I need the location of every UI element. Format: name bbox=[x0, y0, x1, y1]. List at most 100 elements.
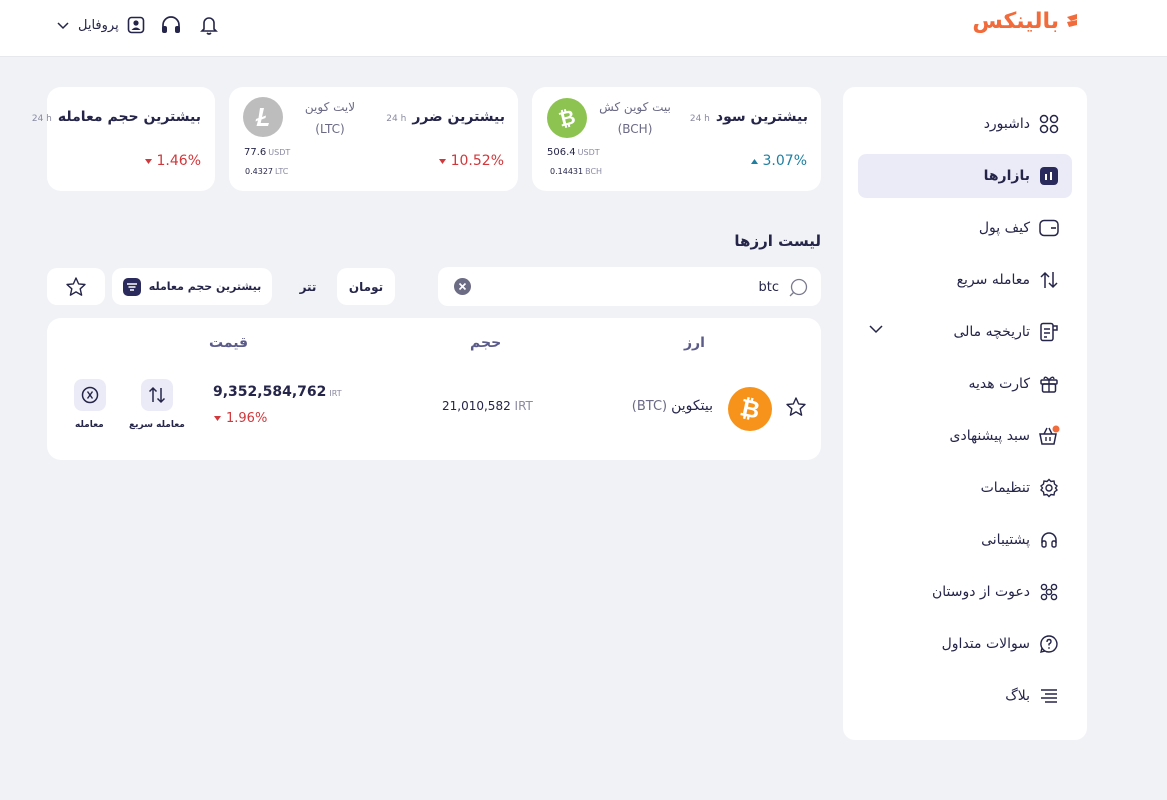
notifications-button[interactable] bbox=[197, 13, 221, 37]
change-value: 1.46% bbox=[156, 153, 201, 169]
basket-icon bbox=[1038, 425, 1060, 447]
sidebar-item-faq[interactable]: سوالات متداول bbox=[858, 622, 1072, 666]
period-label: 24 h bbox=[31, 114, 52, 124]
question-icon bbox=[1038, 633, 1060, 655]
sidebar-item-gift-card[interactable]: کارت هدیه bbox=[858, 362, 1072, 406]
search-icon bbox=[788, 277, 808, 301]
sidebar-item-quick-trade[interactable]: معامله سریع bbox=[858, 258, 1072, 302]
sidebar-item-wallet[interactable]: کیف پول bbox=[858, 206, 1072, 250]
volume-unit: LTC bbox=[275, 167, 289, 176]
markets-icon bbox=[1038, 165, 1060, 187]
favorites-filter-button[interactable] bbox=[47, 268, 105, 305]
coin-name-text: بیت کوین کش bbox=[599, 100, 671, 114]
litecoin-icon bbox=[243, 97, 283, 137]
gift-icon bbox=[1038, 373, 1060, 395]
chevron-down-icon bbox=[57, 22, 69, 30]
profile-menu[interactable]: پروفایل bbox=[56, 16, 145, 34]
notification-dot bbox=[1052, 425, 1060, 433]
invite-friends-icon bbox=[1038, 581, 1060, 603]
currency-table: ارز حجم قیمت ₿ بیتکوین(BTC) 21,010,582 I… bbox=[47, 318, 821, 460]
brand-logo[interactable]: بالینکس bbox=[972, 7, 1079, 35]
top-gainer-card[interactable]: بیشترین سود 24 h 3.07% ₿ بیت کوین کش (BC… bbox=[532, 87, 821, 191]
change-percent: 3.07% bbox=[750, 153, 807, 169]
bitcoin-icon: ₿ bbox=[728, 387, 772, 431]
sidebar-item-dashboard[interactable]: داشبورد bbox=[858, 102, 1072, 146]
coin-name: بیتکوین(BTC) bbox=[632, 398, 713, 414]
support-button[interactable] bbox=[159, 13, 183, 37]
profile-label: پروفایل bbox=[78, 17, 119, 33]
swap-arrows-icon bbox=[1038, 269, 1060, 291]
swap-arrows-icon bbox=[148, 386, 166, 404]
receipt-icon bbox=[1038, 321, 1060, 343]
quick-trade-button[interactable] bbox=[141, 379, 173, 411]
user-icon bbox=[127, 16, 145, 34]
sidebar-item-invite-friends[interactable]: دعوت از دوستان bbox=[858, 570, 1072, 614]
sidebar-item-support[interactable]: پشتیبانی bbox=[858, 518, 1072, 562]
coin-name-text: لایت کوین bbox=[304, 100, 356, 114]
blog-lines-icon bbox=[1038, 685, 1060, 707]
card-title-text: بیشترین حجم معامله bbox=[57, 109, 201, 125]
column-header-volume: حجم bbox=[470, 335, 502, 351]
volume-unit: IRT bbox=[514, 399, 533, 413]
caret-down-icon bbox=[438, 158, 446, 164]
change-percent: 1.96% bbox=[214, 411, 267, 426]
sidebar-item-label: بازارها bbox=[983, 168, 1030, 184]
period-label: 24 h bbox=[689, 114, 710, 124]
trade-button[interactable] bbox=[74, 379, 106, 411]
quote-currency-tabs: تومان تتر bbox=[279, 268, 395, 305]
sidebar-item-label: تاریخچه مالی bbox=[953, 324, 1030, 340]
tab-toman[interactable]: تومان bbox=[337, 268, 395, 305]
sort-list-icon bbox=[122, 277, 141, 296]
svg-text:₿: ₿ bbox=[738, 394, 763, 424]
price-value: 77.6 bbox=[244, 147, 267, 158]
quick-trade-label: معامله سریع bbox=[129, 420, 185, 430]
chevron-down-icon bbox=[869, 325, 883, 334]
sidebar-item-label: سبد پیشنهادی bbox=[949, 428, 1031, 444]
top-loser-card[interactable]: بیشترین ضرر 24 h 10.52% لایت کوین (LTC) … bbox=[229, 87, 518, 191]
coin-volume: 0.4327 LTC bbox=[245, 167, 288, 176]
period-label: 24 h bbox=[386, 114, 407, 124]
svg-text:₿: ₿ bbox=[556, 105, 578, 131]
coin-price: 77.6 USDT bbox=[244, 147, 290, 158]
change-value: 3.07% bbox=[762, 153, 807, 169]
brand-logo-text: بالینکس bbox=[972, 8, 1059, 34]
favorite-star-icon[interactable] bbox=[785, 396, 807, 422]
search-input[interactable] bbox=[519, 276, 779, 298]
top-volume-card[interactable]: بیشترین حجم معامله 24 h 1.46% bbox=[32, 87, 215, 191]
sidebar-item-label: کیف پول bbox=[978, 220, 1030, 236]
price-unit: IRT bbox=[329, 389, 342, 398]
card-title-text: بیشترین ضرر bbox=[412, 109, 505, 125]
coin-name: لایت کوین (LTC) bbox=[285, 96, 375, 140]
coin-name-text: بیتکوین bbox=[671, 398, 713, 414]
sidebar-item-financial-history[interactable]: تاریخچه مالی bbox=[858, 310, 1072, 354]
bitcoin-cash-icon: ₿ bbox=[547, 98, 587, 138]
price-value: 506.4 bbox=[547, 147, 576, 158]
clear-search-icon[interactable] bbox=[454, 278, 471, 299]
tab-tether[interactable]: تتر bbox=[279, 268, 337, 305]
headset-icon bbox=[1038, 529, 1060, 551]
top-bar: بالینکس پروفایل bbox=[0, 0, 1167, 57]
coin-volume: 21,010,582 IRT bbox=[442, 399, 533, 413]
gear-icon bbox=[1038, 477, 1060, 499]
card-title-text: بیشترین سود bbox=[715, 109, 808, 125]
sidebar-item-suggested-basket[interactable]: سبد پیشنهادی bbox=[858, 414, 1072, 458]
top-actions: پروفایل bbox=[56, 12, 221, 38]
star-icon bbox=[66, 276, 86, 296]
sidebar-item-blog[interactable]: بلاگ bbox=[858, 674, 1072, 718]
card-title: بیشترین سود 24 h bbox=[690, 109, 808, 125]
coin-price: 9,352,584,762 IRT bbox=[213, 384, 342, 400]
dashboard-icon bbox=[1038, 113, 1060, 135]
sidebar-item-label: بلاگ bbox=[1005, 688, 1030, 704]
sidebar-item-label: پشتیبانی bbox=[981, 532, 1030, 548]
coin-symbol: (LTC) bbox=[315, 122, 345, 136]
sidebar: داشبورد بازارها کیف پول معامله سریع تاری… bbox=[843, 87, 1087, 740]
sort-by-volume-button[interactable]: بیشترین حجم معامله bbox=[112, 268, 272, 305]
sidebar-item-settings[interactable]: تنظیمات bbox=[858, 466, 1072, 510]
card-title: بیشترین حجم معامله 24 h bbox=[32, 109, 201, 125]
volume-value: 0.14431 bbox=[550, 167, 584, 176]
sidebar-item-label: سوالات متداول bbox=[941, 636, 1030, 652]
wallet-icon bbox=[1038, 217, 1060, 239]
sidebar-item-label: معامله سریع bbox=[956, 272, 1030, 288]
volume-unit: BCH bbox=[585, 167, 603, 176]
sidebar-item-markets[interactable]: بازارها bbox=[858, 154, 1072, 198]
